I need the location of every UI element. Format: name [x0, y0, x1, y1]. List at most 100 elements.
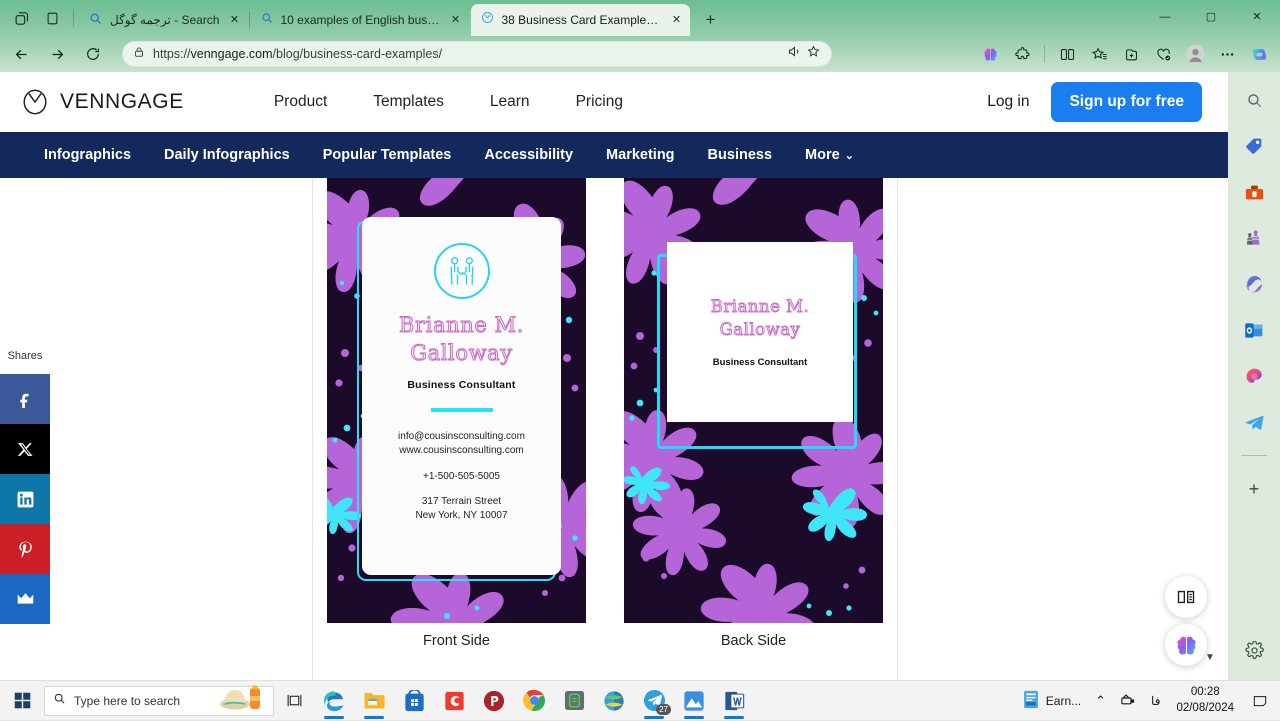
shopping-tag-icon[interactable] [1238, 130, 1270, 162]
subnav-item-marketing[interactable]: Marketing [606, 147, 675, 163]
tab-0[interactable]: ترجمه گوگل - Search ✕ [100, 4, 248, 36]
signup-button[interactable]: Sign up for free [1051, 82, 1202, 122]
taskbar-app-google-chrome[interactable] [514, 681, 554, 721]
favorites-icon[interactable] [1084, 39, 1114, 69]
copilot-icon[interactable] [1244, 39, 1274, 69]
taskbar-app-microsoft-store[interactable] [394, 681, 434, 721]
games-chess-icon[interactable] [1238, 222, 1270, 254]
reading-book-button[interactable] [1165, 576, 1207, 618]
favorite-star-icon[interactable] [806, 44, 821, 64]
tray-overflow-button[interactable]: ⌃ [1091, 693, 1110, 709]
card-back-caption: Back Side [624, 633, 883, 649]
edge-sidebar: + [1228, 72, 1280, 680]
tools-briefcase-icon[interactable] [1238, 176, 1270, 208]
nav-item-learn[interactable]: Learn [490, 93, 530, 111]
settings-more-icon[interactable] [1212, 39, 1242, 69]
collections-icon[interactable] [1116, 39, 1146, 69]
share-x-button[interactable] [0, 424, 50, 474]
read-aloud-icon[interactable] [787, 44, 802, 64]
back-arrow-icon[interactable] [6, 39, 36, 69]
subnav-item-daily-infographics[interactable]: Daily Infographics [164, 147, 290, 163]
share-sumo-button[interactable] [0, 574, 50, 624]
copilot-brain-icon[interactable] [975, 39, 1005, 69]
task-view-icon[interactable] [274, 681, 314, 721]
new-tab-button[interactable]: + [696, 6, 724, 34]
login-link[interactable]: Log in [987, 93, 1029, 111]
taskbar-app-pdf-tool[interactable] [474, 681, 514, 721]
lock-icon [133, 45, 145, 63]
nav-item-templates[interactable]: Templates [373, 93, 444, 111]
taskbar-app-telegram[interactable]: 27 [634, 681, 674, 721]
forward-arrow-icon[interactable] [42, 39, 72, 69]
tab-close-icon[interactable]: ✕ [226, 12, 242, 28]
venngage-mark-icon [20, 87, 50, 117]
subnav-item-popular-templates[interactable]: Popular Templates [323, 147, 452, 163]
taskbar-app-internet-download-manager[interactable] [594, 681, 634, 721]
gear-icon[interactable] [1238, 634, 1270, 666]
browser-essentials-icon[interactable] [1148, 39, 1178, 69]
telegram-icon[interactable] [1238, 406, 1270, 438]
toolbar-divider [1044, 45, 1045, 63]
network-icon[interactable] [1116, 693, 1141, 708]
vertical-tabs-icon[interactable] [38, 4, 66, 32]
share-facebook-button[interactable] [0, 374, 50, 424]
reload-icon[interactable] [78, 39, 108, 69]
taskbar-app-camtasia[interactable] [434, 681, 474, 721]
taskbar-app-microsoft-word[interactable] [714, 681, 754, 721]
windows-start-icon[interactable] [0, 681, 44, 721]
card-back-content: Brianne M. Galloway Business Consultant [667, 242, 853, 422]
address-bar[interactable]: https://venngage.com/blog/business-card-… [122, 41, 832, 67]
crown-icon [16, 592, 35, 606]
maximize-button[interactable]: ▢ [1188, 0, 1234, 33]
subnav-item-business[interactable]: Business [708, 147, 772, 163]
taskbar-clock[interactable]: 00:28 02/08/2024 [1170, 685, 1240, 716]
microsoft-365-icon[interactable] [1238, 268, 1270, 300]
tab-title: 10 examples of English business [280, 13, 440, 27]
taskbar-app-file-explorer[interactable] [354, 681, 394, 721]
tab-1[interactable]: 10 examples of English business ✕ [251, 4, 469, 36]
tab-actions-icon[interactable] [8, 4, 36, 32]
nav-item-pricing[interactable]: Pricing [576, 93, 623, 111]
edge-icon [322, 689, 346, 713]
venngage-logo[interactable]: VENNGAGE [20, 87, 184, 117]
tab-title: 38 Business Card Examples, Ideas [501, 13, 661, 27]
subnav-item-infographics[interactable]: Infographics [44, 147, 131, 163]
share-pinterest-button[interactable] [0, 524, 50, 574]
shares-label: Shares [0, 350, 50, 362]
close-button[interactable]: ✕ [1234, 0, 1280, 33]
tab-close-icon[interactable]: ✕ [447, 12, 463, 28]
extensions-icon[interactable] [1007, 39, 1037, 69]
facebook-icon [16, 390, 34, 408]
omnibox-actions [787, 44, 821, 64]
card-front-column: Brianne M. Galloway Business Consultant … [327, 178, 586, 680]
split-screen-icon[interactable] [1052, 39, 1082, 69]
designer-icon[interactable] [1238, 360, 1270, 392]
nav-item-product[interactable]: Product [274, 93, 327, 111]
search-icon[interactable] [1238, 84, 1270, 116]
share-linkedin-button[interactable] [0, 474, 50, 524]
notification-icon[interactable] [1246, 681, 1274, 721]
clock-time: 00:28 [1176, 685, 1234, 701]
window-controls: — ▢ ✕ [1142, 0, 1280, 33]
tray-app-earn[interactable]: Earn... [1018, 690, 1085, 712]
subnav-item-more[interactable]: More ⌄ [805, 147, 854, 163]
taskbar-app-green-app[interactable] [554, 681, 594, 721]
copilot-float-button[interactable] [1165, 624, 1207, 666]
scroll-down-caret[interactable]: ▼ [1205, 652, 1215, 663]
share-rail: Shares [0, 350, 50, 624]
minimize-button[interactable]: — [1142, 0, 1188, 33]
tab-close-icon[interactable]: ✕ [668, 12, 684, 28]
tab-separator [249, 12, 250, 28]
taskbar-app-microsoft-edge[interactable] [314, 681, 354, 721]
language-indicator[interactable]: فا [1147, 694, 1164, 708]
profile-avatar-icon[interactable] [1180, 39, 1210, 69]
tab-2[interactable]: 38 Business Card Examples, Ideas ✕ [471, 4, 690, 36]
sidebar-add-button[interactable]: + [1238, 473, 1270, 505]
business-card-gallery: Brianne M. Galloway Business Consultant … [312, 178, 898, 680]
site-header-actions: Log in Sign up for free [987, 82, 1208, 122]
taskbar-app-photos[interactable] [674, 681, 714, 721]
telegram-badge-count: 27 [656, 704, 671, 715]
outlook-icon[interactable] [1238, 314, 1270, 346]
taskbar-search-box[interactable]: Type here to search [44, 686, 274, 716]
subnav-item-accessibility[interactable]: Accessibility [484, 147, 573, 163]
